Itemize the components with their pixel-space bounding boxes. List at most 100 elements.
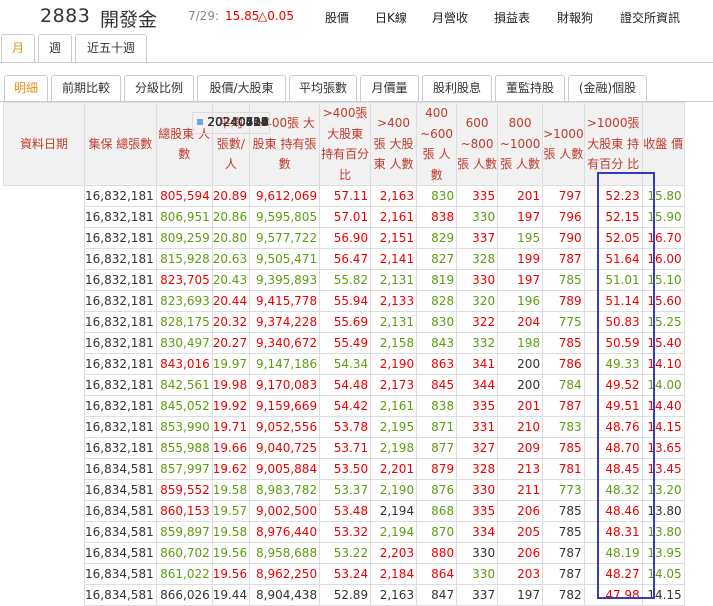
table-cell: 787	[542, 248, 585, 270]
table-row: 20240524 16,832,181 842,561 19.98 9,170,083 5…	[4, 111, 685, 396]
table-cell: 879	[416, 458, 458, 480]
table-cell: 2,141	[370, 248, 418, 270]
table-cell: 797	[542, 185, 585, 207]
table-cell: 52.05	[583, 227, 643, 249]
tab-financial-stock[interactable]: (金融)個股	[568, 75, 647, 101]
table-cell: 335	[456, 395, 499, 417]
table-row: 20240712 16,832,181 809,259 20.80 9,577,722 5…	[4, 111, 685, 249]
table-cell: 52.89	[319, 584, 372, 606]
tab-month[interactable]: 月	[1, 34, 35, 62]
table-cell: 16,834,581	[84, 500, 157, 522]
table-cell: 47.98	[583, 584, 643, 606]
tab-detail[interactable]: 明細	[4, 75, 48, 101]
table-cell: 54.48	[319, 374, 372, 396]
table-row: 20240628 16,832,181 823,705 20.43 9,395,893 5…	[4, 111, 685, 291]
table-cell: 2,194	[370, 521, 418, 543]
table-cell: 19.56	[211, 542, 251, 564]
table-cell: 57.11	[319, 185, 372, 207]
table-cell: 2,184	[370, 563, 418, 585]
table-cell: 830	[416, 185, 458, 207]
table-cell: 205	[497, 521, 544, 543]
table-cell: 330	[456, 563, 499, 585]
table-cell: 796	[542, 206, 585, 228]
table-cell: 49.52	[583, 374, 643, 396]
tab-monthly-price-volume[interactable]: 月價量	[360, 75, 419, 101]
table-cell: 855,988	[155, 437, 213, 459]
tab-tier-ratio[interactable]: 分級比例	[124, 75, 194, 101]
table-cell: 53.48	[319, 500, 372, 522]
tab-dividends[interactable]: 股利股息	[422, 75, 492, 101]
nav-daily-k[interactable]: 日K線	[375, 9, 407, 26]
table-cell: 871	[416, 416, 458, 438]
table-cell: 20.43	[211, 269, 251, 291]
table-cell: 19.58	[211, 479, 251, 501]
table-cell: 861,022	[155, 563, 213, 585]
table-cell: 209	[497, 437, 544, 459]
table-cell: 55.82	[319, 269, 372, 291]
table-cell: 16,834,581	[84, 521, 157, 543]
table-cell: 789	[542, 290, 585, 312]
table-cell: 199	[497, 248, 544, 270]
nav-price[interactable]: 股價	[325, 9, 349, 26]
tab-director-holdings[interactable]: 董監持股	[495, 75, 565, 101]
table-cell: 784	[542, 374, 585, 396]
table-cell: 51.64	[583, 248, 643, 270]
table-cell: 16,832,181	[84, 332, 157, 354]
table-cell: 14.10	[641, 353, 685, 375]
nav-statementdog[interactable]: 財報狗	[557, 9, 593, 26]
shareholder-table: 資料日期 集保 總張數 總股東 人數 平均 張數/ 人 >400張 大股東 持有張數 >4…	[3, 102, 685, 606]
table-cell: 16,832,181	[84, 227, 157, 249]
table-cell: 201	[497, 185, 544, 207]
column-header: >400張 大股東 持有百分 比	[319, 102, 372, 186]
table-cell: 785	[542, 521, 585, 543]
table-cell: 2,133	[370, 290, 418, 312]
table-cell: 19.98	[211, 374, 251, 396]
nav-monthly-revenue[interactable]: 月營收	[432, 9, 468, 26]
table-cell: 197	[497, 206, 544, 228]
table-cell: 53.24	[319, 563, 372, 585]
table-cell: 2,194	[370, 500, 418, 522]
table-cell: 16,832,181	[84, 416, 157, 438]
table-cell: 830,497	[155, 332, 213, 354]
tab-recent-50-weeks[interactable]: 近五十週	[75, 34, 147, 62]
table-cell: 782	[542, 584, 585, 606]
table-cell: 9,052,556	[249, 416, 321, 438]
table-cell: 877	[416, 437, 458, 459]
table-cell: 876	[416, 479, 458, 501]
table-body: 20240726 16,832,181 805,594 20.89 9,612,069 5…	[4, 111, 685, 606]
table-cell: 19.56	[211, 563, 251, 585]
table-cell: 14.15	[641, 584, 685, 606]
nav-income-statement[interactable]: 損益表	[494, 9, 530, 26]
table-cell: 13.45	[641, 458, 685, 480]
table-cell: 20.80	[211, 227, 251, 249]
table-cell: 19.71	[211, 416, 251, 438]
table-cell: 781	[542, 458, 585, 480]
table-cell: 785	[542, 500, 585, 522]
table-cell: 9,505,471	[249, 248, 321, 270]
table-cell: 16,832,181	[84, 353, 157, 375]
nav-twse-info[interactable]: 證交所資訊	[620, 9, 680, 26]
table-cell: 328	[456, 248, 499, 270]
table-cell: 327	[456, 437, 499, 459]
table-cell: 9,005,884	[249, 458, 321, 480]
table-cell: 337	[456, 584, 499, 606]
table-cell: 843	[416, 332, 458, 354]
tab-price-major-holders[interactable]: 股價/大股東	[197, 75, 286, 101]
tab-week[interactable]: 週	[38, 34, 72, 62]
table-cell: 16,832,181	[84, 206, 157, 228]
table-cell: 9,002,500	[249, 500, 321, 522]
table-cell: 56.90	[319, 227, 372, 249]
tab-prior-comparison[interactable]: 前期比較	[51, 75, 121, 101]
table-cell: 48.31	[583, 521, 643, 543]
table-cell: 197	[497, 584, 544, 606]
table-cell: 200	[497, 353, 544, 375]
table-row: 20240705 16,832,181 815,928 20.63 9,505,471 5…	[4, 111, 685, 270]
table-cell: 785	[542, 332, 585, 354]
tab-average-lots[interactable]: 平均張數	[289, 75, 357, 101]
table-cell: 16,834,581	[84, 479, 157, 501]
table-cell: 16.70	[641, 227, 685, 249]
table-cell: 845,052	[155, 395, 213, 417]
table-cell: 201	[497, 395, 544, 417]
table-cell: 206	[497, 500, 544, 522]
table-cell: 200	[497, 374, 544, 396]
